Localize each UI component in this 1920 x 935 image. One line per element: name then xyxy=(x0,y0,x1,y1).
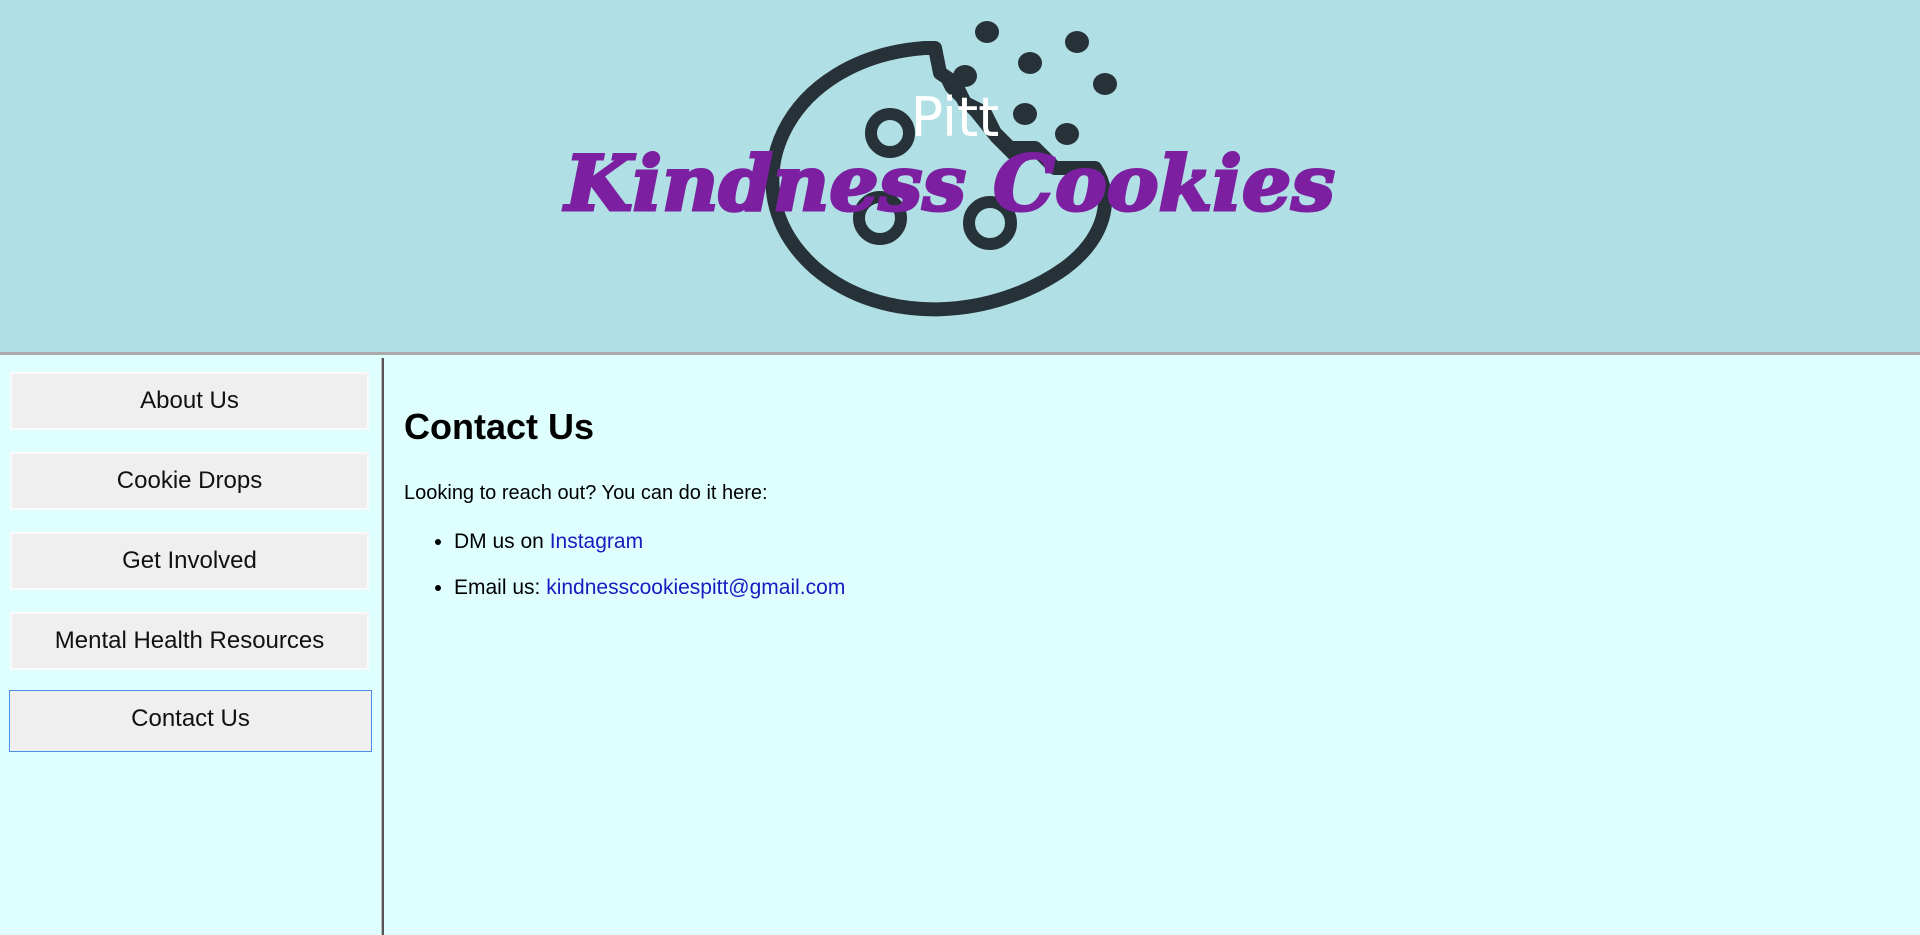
main-content: Contact Us Looking to reach out? You can… xyxy=(388,358,1920,935)
email-link[interactable]: kindnesscookiespitt@gmail.com xyxy=(546,576,845,599)
intro-text: Looking to reach out? You can do it here… xyxy=(404,482,768,504)
sidebar-item-about-us[interactable]: About Us xyxy=(10,372,369,430)
sidebar-item-get-involved[interactable]: Get Involved xyxy=(10,532,369,590)
list-item-prefix: DM us on xyxy=(454,530,550,553)
list-item: Email us: kindnesscookiespitt@gmail.com xyxy=(454,576,845,600)
sidebar-item-cookie-drops[interactable]: Cookie Drops xyxy=(10,452,369,510)
sidebar-item-mental-health-resources[interactable]: Mental Health Resources xyxy=(10,612,369,670)
site-header: Pitt Kindness Cookies xyxy=(0,0,1920,355)
sidebar-item-contact-us[interactable]: Contact Us xyxy=(9,690,372,752)
page-title: Contact Us xyxy=(404,406,595,447)
kindness-cookies-logo[interactable]: Pitt Kindness Cookies xyxy=(555,18,1345,318)
contact-list: DM us on Instagram Email us: kindnesscoo… xyxy=(404,530,845,622)
instagram-link[interactable]: Instagram xyxy=(550,530,643,553)
sidebar-nav: About Us Cookie Drops Get Involved Menta… xyxy=(0,358,384,935)
list-item-prefix: Email us: xyxy=(454,576,547,599)
list-item: DM us on Instagram xyxy=(454,530,845,554)
logo-main-text: Kindness Cookies xyxy=(563,139,1335,228)
